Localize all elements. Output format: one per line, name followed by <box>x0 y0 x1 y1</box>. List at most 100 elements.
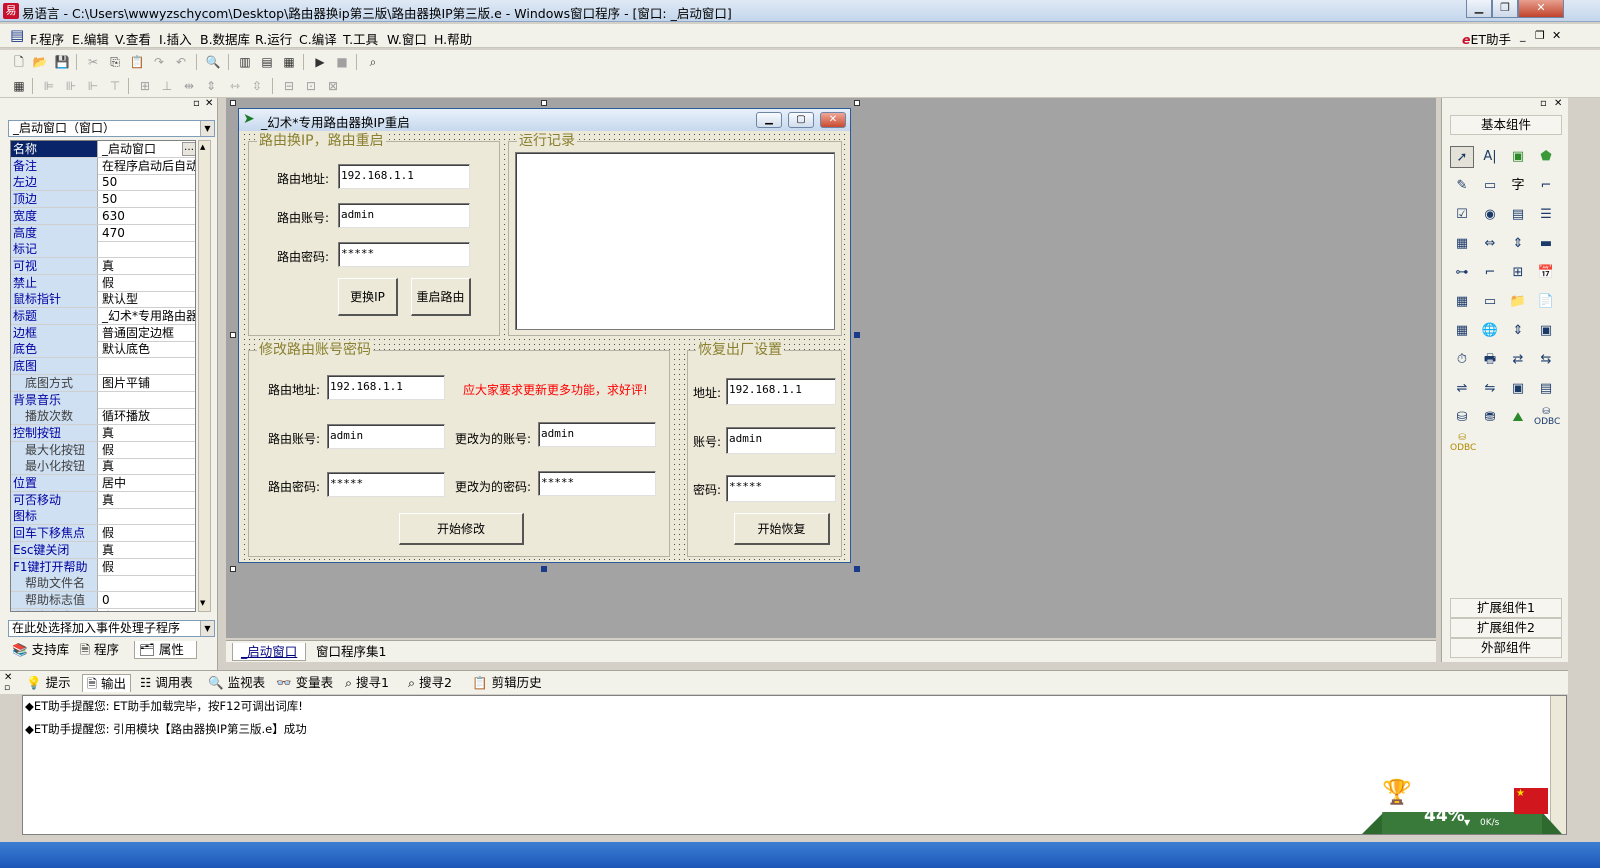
client-component-icon[interactable]: ⇌ <box>1450 378 1474 400</box>
radio-component-icon[interactable]: ◉ <box>1478 204 1502 226</box>
tab-component-icon[interactable]: ⌐ <box>1478 262 1502 284</box>
property-scrollbar[interactable]: ▲ ▼ <box>198 140 211 612</box>
ext-components-1-header[interactable]: 扩展组件1 <box>1450 598 1562 618</box>
tab-watch-table[interactable]: 🔍 监视表 <box>208 674 265 692</box>
property-value[interactable] <box>100 508 195 524</box>
folder-component-icon[interactable]: 📁 <box>1506 291 1530 313</box>
listbox-component-icon[interactable]: ☰ <box>1534 204 1558 226</box>
toolbar-component-icon[interactable]: ▭ <box>1478 291 1502 313</box>
property-row[interactable]: 名称 _启动窗口… <box>11 141 195 158</box>
router-password-input[interactable]: ***** <box>338 242 470 267</box>
edit-component-icon[interactable]: ✎ <box>1450 175 1474 197</box>
change-ip-button[interactable]: 更换IP <box>338 278 398 316</box>
property-row[interactable]: 背景音乐 <box>11 391 195 409</box>
property-row[interactable]: 控制按钮真 <box>11 424 195 442</box>
mdi-restore-button[interactable]: ❐ <box>1535 29 1545 42</box>
tab-search-1[interactable]: ⌕ 搜寻1 <box>345 674 389 692</box>
resize-handle[interactable] <box>230 100 236 106</box>
tab-search-2[interactable]: ⌕ 搜寻2 <box>408 674 452 692</box>
object-selector[interactable]: _启动窗口（窗口） ▼ <box>8 120 215 137</box>
chart-component-icon[interactable]: ▦ <box>1450 320 1474 342</box>
resize-handle[interactable] <box>541 100 547 106</box>
property-value[interactable] <box>100 241 195 257</box>
mdi-close-button[interactable]: ✕ <box>1552 29 1561 42</box>
open-folder-icon[interactable]: 📂 <box>31 53 49 71</box>
router-address-input[interactable]: 192.168.1.1 <box>338 164 470 189</box>
resize-handle[interactable] <box>854 332 860 338</box>
space-v-icon[interactable]: ⇳ <box>248 77 266 95</box>
menu-tools[interactable]: T.工具 <box>343 29 378 48</box>
property-value[interactable]: 真 <box>100 492 195 508</box>
menu-window[interactable]: W.窗口 <box>387 29 427 48</box>
calendar-component-icon[interactable]: 📅 <box>1534 262 1558 284</box>
property-value[interactable]: 循环播放 <box>100 408 195 424</box>
binoculars-icon[interactable]: ⌕ <box>364 53 382 71</box>
panel-close-icon[interactable]: ✕ <box>205 98 213 109</box>
property-row[interactable]: 最大化按钮假 <box>11 441 195 459</box>
frame-component-icon[interactable]: ▭ <box>1478 175 1502 197</box>
start-restore-button[interactable]: 开始恢复 <box>734 513 830 545</box>
property-value[interactable]: 假 <box>100 442 195 458</box>
save-icon[interactable]: 💾 <box>53 53 71 71</box>
maximize-button[interactable]: ❐ <box>1492 0 1518 18</box>
resize-handle[interactable] <box>230 566 236 572</box>
grid-icon[interactable]: ▦ <box>10 77 28 95</box>
property-row[interactable]: 在任务条中显示真 <box>11 608 195 611</box>
output-close-icon[interactable]: ✕ <box>4 672 12 683</box>
scroll-up-icon[interactable]: ▲ <box>200 143 205 151</box>
property-value[interactable]: 50 <box>100 191 195 207</box>
tab-clip-history[interactable]: 📋 剪辑历史 <box>472 674 542 692</box>
property-row[interactable]: 左边 50 <box>11 174 195 192</box>
menu-program[interactable]: F.程序 <box>30 29 64 48</box>
property-row[interactable]: 回车下移焦点假 <box>11 525 195 543</box>
property-row[interactable]: 底图 <box>11 358 195 376</box>
tab-window-assembly[interactable]: 窗口程序集1 <box>310 643 392 661</box>
text-component-icon[interactable]: 字 <box>1506 175 1530 197</box>
property-row[interactable]: 禁止假 <box>11 274 195 292</box>
panel-pin-icon[interactable]: ▫ <box>193 98 200 109</box>
slider-component-icon[interactable]: ⊶ <box>1450 262 1474 284</box>
center-both-icon[interactable]: ⊠ <box>324 77 342 95</box>
form-minimize-button[interactable]: ▁ <box>756 112 782 128</box>
new-account-input[interactable]: admin <box>538 422 656 447</box>
cut-icon[interactable]: ✂ <box>84 53 102 71</box>
property-row[interactable]: 标记 <box>11 241 195 259</box>
property-row[interactable]: 边框 普通固定边框 <box>11 324 195 342</box>
property-row[interactable]: 底色 默认底色 <box>11 341 195 359</box>
panel-close-icon[interactable]: ✕ <box>1554 98 1562 109</box>
menu-compile[interactable]: C.编译 <box>299 29 337 48</box>
tab-variable-table[interactable]: 👓 变量表 <box>276 674 333 692</box>
align-middle-icon[interactable]: ⊞ <box>136 77 154 95</box>
progress-component-icon[interactable]: ▬ <box>1534 233 1558 255</box>
form-close-button[interactable]: ✕ <box>820 112 846 128</box>
property-row[interactable]: 宽度 630 <box>11 207 195 225</box>
form-maximize-button[interactable]: ▢ <box>788 112 814 128</box>
align-bottom-icon[interactable]: ⊥ <box>158 77 176 95</box>
modify-address-input[interactable]: 192.168.1.1 <box>327 375 445 400</box>
menu-run[interactable]: R.运行 <box>255 29 292 48</box>
basic-components-header[interactable]: 基本组件 <box>1450 115 1562 135</box>
data-provider-component-icon[interactable]: ⇆ <box>1534 349 1558 371</box>
property-value[interactable]: 普通固定边框 <box>100 325 195 341</box>
window-component-icon[interactable]: ▣ <box>1534 320 1558 342</box>
line-component-icon[interactable]: ⌐ <box>1534 175 1558 197</box>
odbc-db-component-icon[interactable]: ⛁ ODBC <box>1534 407 1560 429</box>
pointer-tool-icon[interactable]: ➚ <box>1450 146 1474 168</box>
property-value[interactable]: 默认型 <box>100 291 195 307</box>
new-password-input[interactable]: ***** <box>538 471 656 496</box>
printer-component-icon[interactable]: 🖶 <box>1478 349 1502 371</box>
property-value[interactable] <box>100 392 195 408</box>
property-row[interactable]: 底图方式 图片平铺 <box>11 374 195 392</box>
output-pin-icon[interactable]: ▫ <box>4 683 10 693</box>
vscroll-component-icon[interactable]: ⇕ <box>1506 233 1530 255</box>
tab-program[interactable]: 🗎 程序 <box>80 641 119 659</box>
copy-icon[interactable]: ⎘ <box>106 53 124 71</box>
mdi-minimize-button[interactable]: _ <box>1520 29 1526 42</box>
property-row[interactable]: 备注 在程序启动后自动 <box>11 157 195 175</box>
resize-handle[interactable] <box>541 566 547 572</box>
label-component-icon[interactable]: A| <box>1478 146 1502 168</box>
et-helper-button[interactable]: eET助手 <box>1462 29 1511 48</box>
combobox-component-icon[interactable]: ▤ <box>1506 204 1530 226</box>
port-component-icon[interactable]: ▣ <box>1506 378 1530 400</box>
db-provider-component-icon[interactable]: ⛃ <box>1478 407 1502 429</box>
